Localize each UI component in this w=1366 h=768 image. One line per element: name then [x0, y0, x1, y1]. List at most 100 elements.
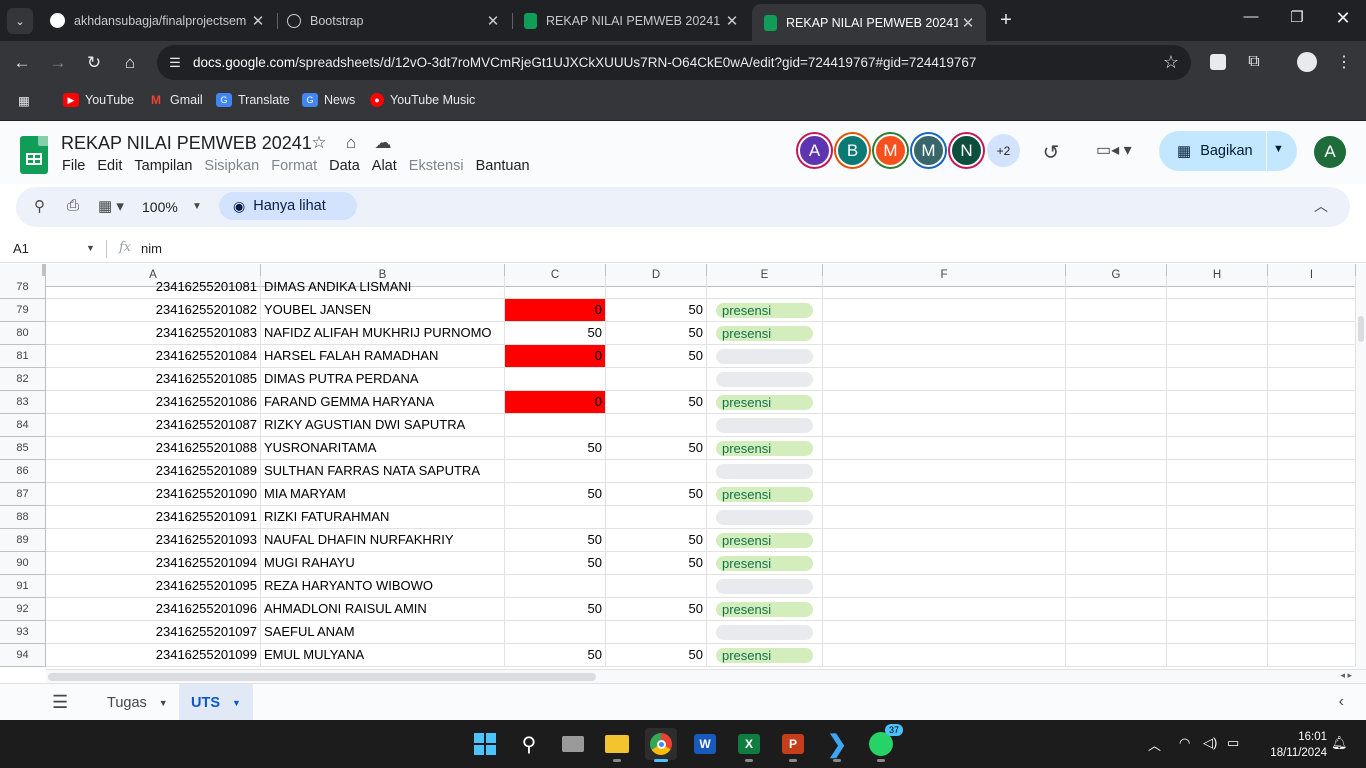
format-select-icon[interactable]: ▦ ▾: [98, 197, 124, 215]
menu-format[interactable]: Format: [271, 158, 317, 174]
volume-icon[interactable]: ◁): [1203, 735, 1217, 751]
cell-empty[interactable]: [1167, 345, 1268, 368]
cell-nim[interactable]: 23416255201085: [46, 368, 261, 391]
cell-nim[interactable]: 23416255201093: [46, 529, 261, 552]
browser-menu-icon[interactable]: ⋮: [1333, 51, 1355, 73]
cell-presensi[interactable]: [707, 368, 823, 391]
dropdown-chip[interactable]: presensi: [716, 556, 813, 571]
cell-empty[interactable]: [1066, 414, 1167, 437]
cell-nama[interactable]: YUSRONARITAMA: [261, 437, 505, 460]
row-number[interactable]: 88: [0, 506, 46, 529]
cell-empty[interactable]: [1066, 437, 1167, 460]
cell-nilai-c[interactable]: 0: [505, 299, 606, 322]
collaborator-avatar[interactable]: N: [950, 134, 983, 167]
print-icon[interactable]: ⎙: [67, 197, 79, 214]
row-number[interactable]: 91: [0, 575, 46, 598]
cell-nama[interactable]: YOUBEL JANSEN: [261, 299, 505, 322]
cell-empty[interactable]: [1167, 483, 1268, 506]
cell-empty[interactable]: [1268, 621, 1356, 644]
row-number[interactable]: 92: [0, 598, 46, 621]
row-number[interactable]: 85: [0, 437, 46, 460]
cell-nilai-c[interactable]: [505, 414, 606, 437]
row-number[interactable]: 86: [0, 460, 46, 483]
cell-empty[interactable]: [823, 299, 1066, 322]
cell-empty[interactable]: [1268, 299, 1356, 322]
search-menus-icon[interactable]: ⚲: [34, 197, 45, 215]
cell-empty[interactable]: [1167, 414, 1268, 437]
cell-nim[interactable]: 23416255201089: [46, 460, 261, 483]
bookmark-youtube[interactable]: ▶ YouTube: [63, 93, 134, 107]
chevron-down-icon[interactable]: ▼: [232, 698, 241, 708]
row-number[interactable]: 94: [0, 644, 46, 667]
bookmark-star-icon[interactable]: ☆: [1163, 52, 1179, 73]
cell-empty[interactable]: [1066, 483, 1167, 506]
task-view-icon[interactable]: [557, 728, 589, 760]
cell-nama[interactable]: RIZKI FATURAHMAN: [261, 506, 505, 529]
cell-nilai-c[interactable]: [505, 460, 606, 483]
browser-tab-github[interactable]: akhdansubagja/finalprojectsem ✕: [38, 6, 276, 35]
cell-nim[interactable]: 23416255201083: [46, 322, 261, 345]
document-title[interactable]: REKAP NILAI PEMWEB 20241: [61, 133, 312, 154]
cell-nim[interactable]: 23416255201086: [46, 391, 261, 414]
sheet-tab-tugas[interactable]: Tugas ▼: [95, 684, 180, 721]
scroll-arrows-icon[interactable]: ◂ ▸: [1340, 670, 1352, 681]
cell-presensi[interactable]: [707, 460, 823, 483]
cell-nilai-d[interactable]: 50: [606, 299, 707, 322]
cell-nim[interactable]: 23416255201082: [46, 299, 261, 322]
cell-nilai-c[interactable]: [505, 506, 606, 529]
minimize-button[interactable]: —: [1236, 8, 1266, 25]
cell-empty[interactable]: [1066, 644, 1167, 667]
cell-presensi[interactable]: presensi: [707, 529, 823, 552]
cell-empty[interactable]: [1167, 368, 1268, 391]
cell-empty[interactable]: [823, 575, 1066, 598]
cell-empty[interactable]: [1167, 299, 1268, 322]
cell-nama[interactable]: DIMAS ANDIKA LISMANI: [261, 276, 505, 299]
menu-edit[interactable]: Edit: [97, 158, 122, 174]
collaborator-avatar[interactable]: M: [912, 134, 945, 167]
cell-empty[interactable]: [505, 276, 606, 299]
cell-nilai-d[interactable]: [606, 506, 707, 529]
dropdown-chip[interactable]: [716, 510, 813, 525]
tab-close-icon[interactable]: ✕: [722, 12, 742, 30]
menu-ekstensi[interactable]: Ekstensi: [409, 158, 464, 174]
excel-icon[interactable]: X: [733, 728, 765, 762]
cell-empty[interactable]: [823, 529, 1066, 552]
row-number[interactable]: 80: [0, 322, 46, 345]
start-windows-icon[interactable]: [469, 728, 501, 760]
cell-presensi[interactable]: presensi: [707, 598, 823, 621]
share-dropdown-icon[interactable]: ▼: [1273, 143, 1284, 155]
cell-nilai-c[interactable]: [505, 575, 606, 598]
address-bar[interactable]: ☰ docs.google.com/spreadsheets/d/12vO-3d…: [157, 45, 1191, 80]
word-icon[interactable]: W: [689, 728, 721, 760]
cell-nilai-c[interactable]: 50: [505, 598, 606, 621]
close-window-button[interactable]: ✕: [1328, 8, 1358, 29]
cell-nilai-c[interactable]: 50: [505, 644, 606, 667]
cell-presensi[interactable]: presensi: [707, 483, 823, 506]
cell-empty[interactable]: [1066, 345, 1167, 368]
cell-nama[interactable]: NAUFAL DHAFIN NURFAKHRIY: [261, 529, 505, 552]
home-button[interactable]: ⌂: [117, 50, 143, 76]
cell-empty[interactable]: [823, 345, 1066, 368]
cell-nilai-c[interactable]: 0: [505, 345, 606, 368]
cell-nilai-d[interactable]: 50: [606, 483, 707, 506]
cell-presensi[interactable]: presensi: [707, 299, 823, 322]
cell-empty[interactable]: [1167, 437, 1268, 460]
cell-nilai-d[interactable]: 50: [606, 345, 707, 368]
cell-empty[interactable]: [1167, 529, 1268, 552]
cell-nama[interactable]: EMUL MULYANA: [261, 644, 505, 667]
chevron-up-icon[interactable]: ︿: [1148, 735, 1161, 754]
row-number[interactable]: 81: [0, 345, 46, 368]
dropdown-chip[interactable]: presensi: [716, 441, 813, 456]
search-icon[interactable]: ⚲: [513, 728, 545, 760]
dropdown-chip[interactable]: presensi: [716, 648, 813, 663]
notification-bell-icon[interactable]: 🔔︎: [1331, 735, 1348, 751]
cell-empty[interactable]: [1268, 391, 1356, 414]
cell-nilai-c[interactable]: [505, 621, 606, 644]
cell-nilai-d[interactable]: [606, 460, 707, 483]
cell-nim[interactable]: 23416255201088: [46, 437, 261, 460]
sheets-logo-icon[interactable]: [20, 136, 48, 174]
dropdown-chip[interactable]: [716, 418, 813, 433]
cell-nim[interactable]: 23416255201099: [46, 644, 261, 667]
cell-empty[interactable]: [1167, 598, 1268, 621]
browser-tab-sheets-1[interactable]: REKAP NILAI PEMWEB 20241 - ✕: [512, 6, 750, 35]
